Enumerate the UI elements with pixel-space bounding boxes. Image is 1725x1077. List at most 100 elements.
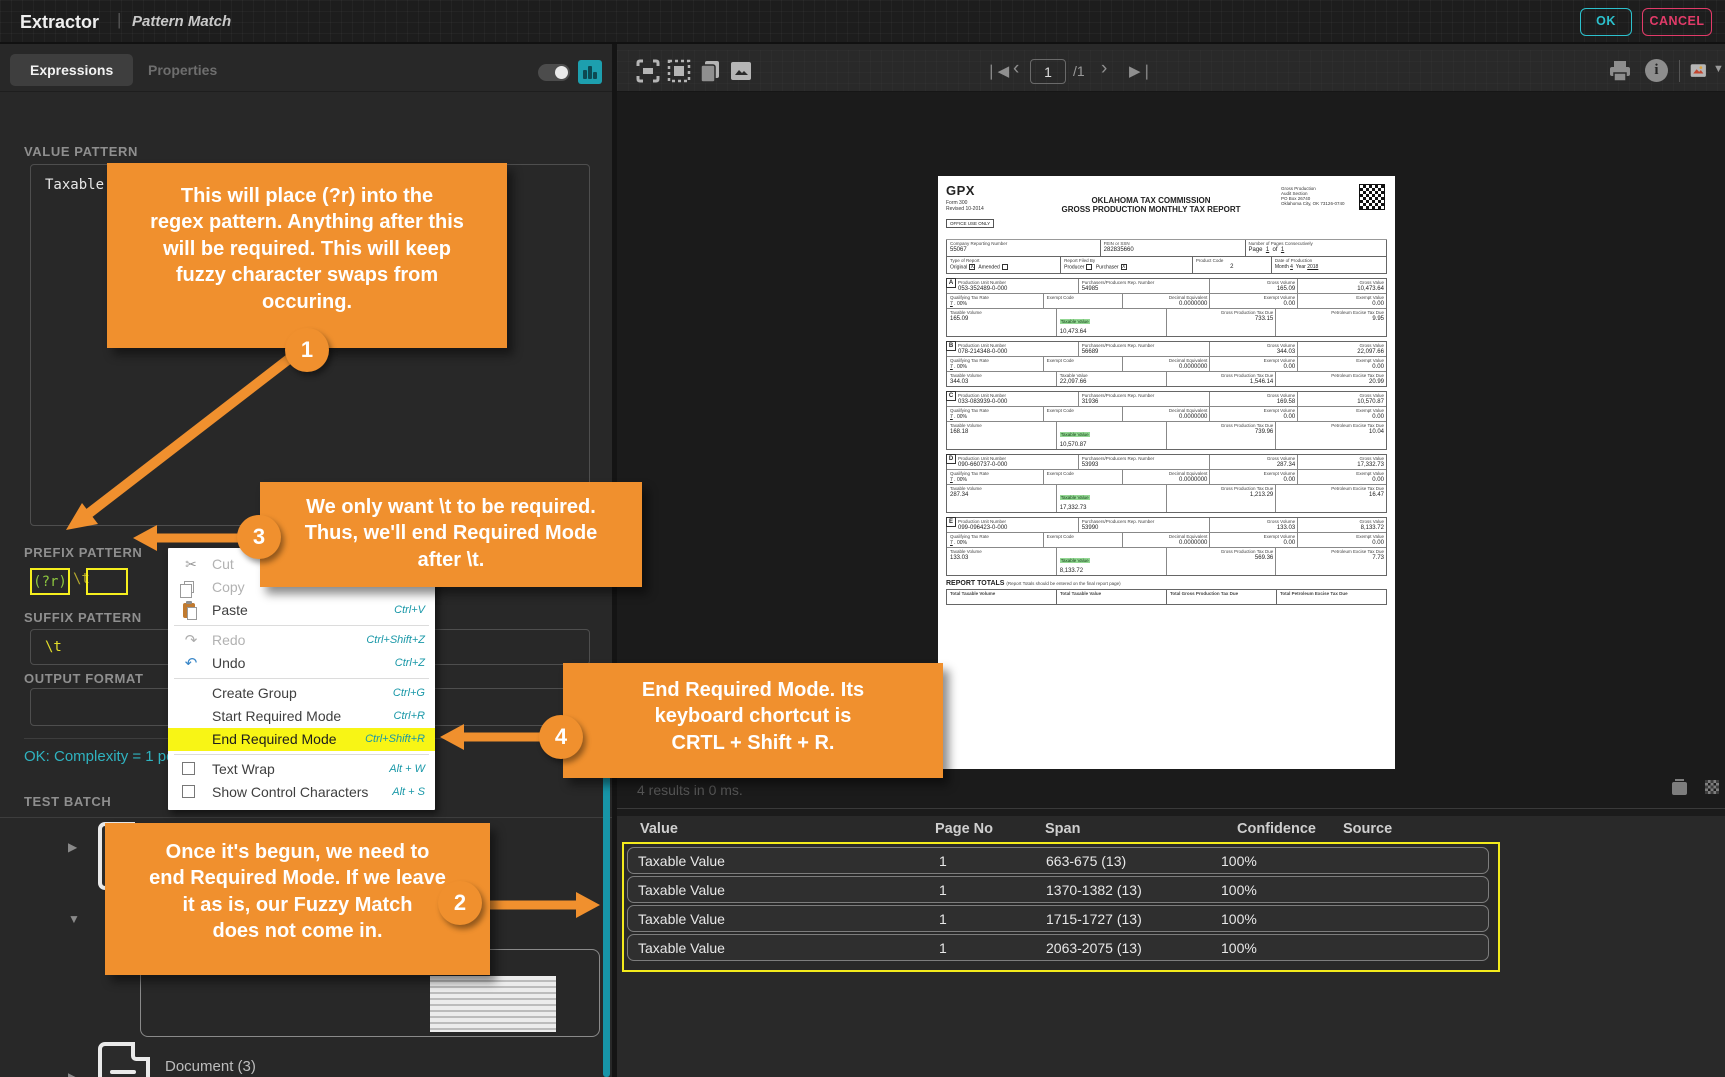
col-confidence: Confidence — [1237, 821, 1316, 837]
tab-expressions[interactable]: Expressions — [10, 54, 134, 86]
divider — [617, 808, 1725, 809]
menu-separator — [174, 678, 429, 679]
callout-2-badge: 2 — [438, 881, 482, 925]
doc-section: B Production Unit Number 078-214348-0-000… — [946, 341, 1387, 387]
menu-item-end-required-mode[interactable]: End Required Mode Ctrl+Shift+R — [168, 728, 435, 751]
toolbar-separator — [1679, 60, 1680, 82]
taxable-value-match: Taxable Value — [1059, 558, 1090, 563]
page-thumbnail[interactable] — [430, 976, 556, 1032]
clear-results-icon[interactable] — [1672, 779, 1687, 795]
checkbox-icon[interactable] — [182, 762, 195, 775]
result-row[interactable]: Taxable Value 1 2063-2075 (13) 100% — [627, 934, 1489, 961]
page-number-input[interactable] — [1030, 59, 1066, 84]
page-total-label: /1 — [1073, 63, 1085, 79]
menu-separator — [174, 754, 429, 755]
vertical-scrollbar[interactable] — [603, 772, 610, 1077]
results-summary: 4 results in 0 ms. — [637, 782, 743, 798]
doc-logo: GPX — [946, 183, 975, 198]
doc-section: C Production Unit Number 033-083939-0-000… — [946, 391, 1387, 450]
test-batch-label: TEST BATCH — [24, 794, 112, 809]
prev-page-button[interactable]: ‹ — [1013, 58, 1019, 80]
print-icon[interactable] — [1607, 58, 1633, 84]
taxable-value-match: Taxable Value — [1059, 373, 1088, 378]
collapse-arrow-icon[interactable]: ▼ — [68, 912, 80, 926]
viewer-toolbar: ❘◀ ‹ /1 › ▶❘ i ▼ — [617, 50, 1725, 92]
result-row[interactable]: Taxable Value 1 1715-1727 (13) 100% — [627, 905, 1489, 932]
doc-section: D Production Unit Number 090-660737-0-000… — [946, 454, 1387, 513]
title-separator: | — [117, 10, 122, 29]
paste-icon — [183, 601, 197, 620]
cut-icon: ✂ — [185, 556, 197, 572]
doc-info-row2: Type of Report Original X Amended Report … — [946, 257, 1387, 274]
extractor-window: Extractor | Pattern Match OK CANCEL Expr… — [0, 0, 1725, 1077]
doc-info-row1: Company Reporting Number 55067 FEIN or SS… — [946, 240, 1387, 257]
menu-separator — [174, 625, 429, 626]
doc-report-totals: REPORT TOTALS (Report Totals should be e… — [946, 580, 1121, 587]
first-page-button[interactable]: ❘◀ — [985, 62, 1009, 80]
prefix-pattern-label: PREFIX PATTERN — [24, 545, 143, 560]
selection-region-icon[interactable] — [666, 58, 692, 84]
checkbox-icon[interactable] — [182, 785, 195, 798]
value-pattern-label: VALUE PATTERN — [24, 144, 138, 159]
fit-width-icon[interactable] — [635, 58, 661, 84]
callout-3-badge: 3 — [237, 515, 281, 559]
app-title: Extractor — [20, 12, 100, 32]
next-page-button[interactable]: › — [1101, 58, 1107, 80]
col-pageno: Page No — [935, 821, 994, 837]
undo-icon: ↶ — [184, 655, 198, 672]
viewer-panel: ❘◀ ‹ /1 › ▶❘ i ▼ GPX — [617, 44, 1725, 1077]
doc-section: A Production Unit Number 053-352489-0-000… — [946, 278, 1387, 337]
taxable-value-match: Taxable Value — [1059, 432, 1090, 437]
suffix-pattern-label: SUFFIX PATTERN — [24, 610, 142, 625]
col-value: Value — [640, 821, 678, 837]
image-view-icon[interactable] — [728, 58, 754, 84]
taxable-value-match: Taxable Value — [1059, 319, 1090, 324]
col-source: Source — [1343, 821, 1393, 837]
last-page-button[interactable]: ▶❘ — [1129, 62, 1153, 80]
expand-arrow-icon[interactable]: ▶ — [68, 1070, 77, 1077]
expand-arrow-icon[interactable]: ▶ — [68, 840, 77, 854]
menu-item-start-required-mode[interactable]: Start Required Mode Ctrl+R — [168, 705, 435, 728]
document-icon[interactable] — [98, 1042, 150, 1077]
tab-properties[interactable]: Properties — [128, 54, 237, 86]
menu-item-undo[interactable]: ↶ Undo Ctrl+Z — [168, 652, 435, 675]
cursor-highlight-box — [86, 568, 128, 595]
cancel-button[interactable]: CANCEL — [1642, 8, 1712, 36]
ok-button[interactable]: OK — [1580, 8, 1632, 36]
menu-item-text-wrap[interactable]: Text Wrap Alt + W — [168, 758, 435, 781]
image-menu-icon[interactable] — [1689, 58, 1711, 84]
menu-item-show-control-characters[interactable]: Show Control Characters Alt + S — [168, 781, 435, 804]
menu-item-paste[interactable]: Paste Ctrl+V — [168, 599, 435, 622]
complexity-status: OK: Complexity = 1 pe — [24, 748, 175, 765]
doc-section: E Production Unit Number 099-096423-0-000… — [946, 517, 1387, 576]
context-menu: ✂ Cut Copy Paste Ctrl+V ↷ Redo Ctrl+Shift+… — [168, 548, 435, 810]
doc-sections: A Production Unit Number 053-352489-0-000… — [946, 278, 1387, 576]
callout-2: Once it's begun, we need to end Required… — [105, 823, 490, 975]
info-icon[interactable]: i — [1645, 59, 1668, 82]
grid-view-icon[interactable] — [1705, 780, 1719, 794]
context-title: Pattern Match — [132, 13, 232, 30]
callout-4: End Required Mode. Its keyboard chortcut… — [563, 663, 943, 778]
pages-icon[interactable] — [697, 58, 723, 84]
divider — [0, 817, 612, 818]
tree-item-document3[interactable]: Document (3) — [165, 1058, 256, 1075]
taxable-value-match: Taxable Value — [1059, 495, 1090, 500]
redo-icon: ↷ — [184, 632, 198, 649]
left-tab-bar: Expressions Properties — [0, 50, 612, 92]
result-row[interactable]: Taxable Value 1 1370-1382 (13) 100% — [627, 876, 1489, 903]
doc-audit-address: Gross Production Audit Section PO Box 26… — [1281, 186, 1345, 206]
menu-item-redo[interactable]: ↷ Redo Ctrl+Shift+Z — [168, 629, 435, 652]
callout-4-badge: 4 — [539, 715, 583, 759]
callout-3: We only want \t to be required. Thus, we… — [260, 482, 642, 587]
chart-icon[interactable] — [578, 60, 602, 84]
doc-office-use: OFFICE USE ONLY — [946, 219, 995, 228]
doc-totals-row: Total Taxable Volume Total Taxable Value… — [946, 589, 1387, 605]
image-menu-dropdown-icon[interactable]: ▼ — [1713, 63, 1724, 75]
menu-item-create-group[interactable]: Create Group Ctrl+G — [168, 682, 435, 705]
debug-toggle[interactable] — [538, 64, 570, 81]
result-row[interactable]: Taxable Value 1 663-675 (13) 100% — [627, 847, 1489, 874]
document-page[interactable]: GPX Form 300 Revised 10-2014 OFFICE USE … — [938, 176, 1395, 769]
col-span: Span — [1045, 821, 1081, 837]
required-token-highlight: (?r) — [30, 568, 70, 595]
copy-icon — [180, 581, 194, 598]
